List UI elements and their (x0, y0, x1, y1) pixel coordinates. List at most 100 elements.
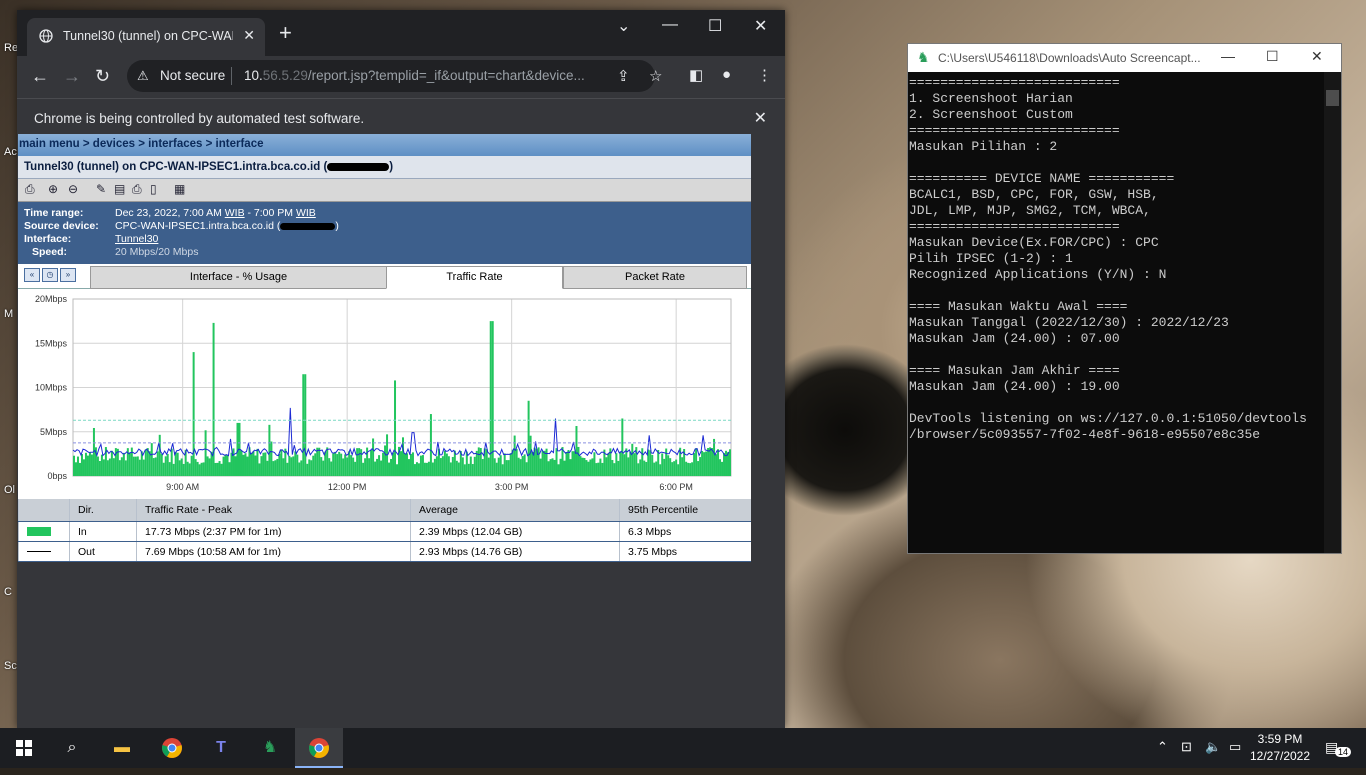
in-bar (370, 450, 373, 476)
in-bar (270, 441, 273, 476)
tab-interface-usage[interactable]: Interface - % Usage (90, 266, 387, 289)
in-bar (156, 451, 159, 476)
network-icon[interactable]: ⊡ (1181, 739, 1192, 755)
in-bar (705, 451, 708, 476)
maximize-button[interactable]: ☐ (1266, 48, 1279, 65)
in-bar (505, 460, 508, 476)
out-swatch (27, 551, 51, 553)
in-bar (364, 458, 367, 476)
minimize-button[interactable]: — (1221, 48, 1235, 64)
desktop-icon-label[interactable]: Ac (4, 146, 17, 158)
not-secure-label[interactable]: Not secure (160, 68, 225, 83)
browser-tab[interactable]: Tunnel30 (tunnel) on CPC-WAN-I ✕ (27, 18, 265, 56)
zoom-in-icon[interactable]: ⊕ (48, 182, 58, 196)
in-bar (493, 458, 496, 476)
in-bar (573, 451, 576, 476)
y-tick-label: 15Mbps (35, 338, 68, 348)
timezone-link[interactable]: WIB (296, 207, 316, 219)
desktop-icon-label[interactable]: Re (4, 42, 18, 54)
share-icon[interactable]: ⇪ (617, 67, 630, 85)
close-tab-icon[interactable]: ✕ (243, 27, 255, 44)
in-bar (645, 461, 648, 476)
edit-icon[interactable]: ✎ (96, 182, 106, 196)
time-range-start: Dec 23, 2022, 7:00 AM (115, 207, 225, 219)
address-bar[interactable]: ⚠ Not secure 10.56.5.29/report.jsp?templ… (127, 60, 662, 92)
taskbar-clock[interactable]: 3:59 PM 12/27/2022 (1240, 731, 1320, 765)
report-icon[interactable]: ▤ (114, 182, 125, 196)
in-bar (579, 456, 582, 476)
bookmark-star-icon[interactable]: ☆ (649, 67, 662, 85)
in-bar (501, 464, 504, 476)
pdf-icon[interactable]: ▯ (150, 182, 157, 196)
in-bar (641, 448, 644, 476)
desktop-icon-label[interactable]: M (4, 308, 13, 320)
timezone-link[interactable]: WIB (225, 207, 245, 219)
desktop-icon-label[interactable]: C (4, 586, 12, 598)
in-bar (340, 453, 343, 476)
in-bar (142, 459, 145, 476)
volume-icon[interactable]: 🔈 (1205, 739, 1221, 755)
tab-search-icon[interactable]: ⌄ (617, 16, 630, 36)
zoom-out-icon[interactable]: ⊖ (68, 182, 78, 196)
warning-icon[interactable]: ⚠ (137, 68, 149, 84)
forward-icon[interactable]: → (63, 66, 81, 86)
side-panel-icon[interactable]: ◧ (689, 66, 703, 84)
speed-label: Speed: (32, 246, 68, 258)
maximize-button[interactable]: ☐ (708, 16, 722, 36)
breadcrumb[interactable]: main menu > devices > interfaces > inter… (18, 134, 751, 156)
in-bar (643, 460, 646, 476)
reload-icon[interactable]: ↻ (95, 66, 110, 86)
in-bar (290, 457, 293, 476)
menu-kebab-icon[interactable]: ⋮ (757, 66, 772, 84)
url-text[interactable]: 10.56.5.29/report.jsp?templid=_if&output… (244, 68, 604, 83)
clock-icon[interactable]: ◷ (42, 268, 58, 282)
in-bar (384, 445, 387, 476)
in-bar (116, 448, 119, 476)
in-bar (567, 450, 570, 476)
new-tab-button[interactable]: + (279, 22, 292, 44)
close-button[interactable]: ✕ (1311, 48, 1323, 65)
chevron-up-icon[interactable]: ⌃ (1157, 739, 1168, 755)
python-app-icon[interactable]: ♞ (246, 728, 294, 768)
in-bar (202, 462, 205, 476)
close-window-button[interactable]: ✕ (754, 16, 767, 36)
start-button[interactable] (0, 728, 48, 768)
rewind-icon[interactable]: « (24, 268, 40, 282)
in-bar (667, 455, 670, 476)
in-bar (627, 457, 630, 476)
tab-traffic-rate[interactable]: Traffic Rate (386, 266, 563, 289)
fast-forward-icon[interactable]: » (60, 268, 76, 282)
in-bar (354, 461, 357, 476)
teams-icon[interactable]: T (197, 728, 245, 768)
in-bar (711, 448, 714, 476)
tab-packet-rate[interactable]: Packet Rate (563, 266, 747, 289)
in-bar (433, 458, 436, 476)
print-icon[interactable]: ⎙ (25, 182, 35, 197)
in-bar (162, 462, 165, 476)
file-explorer-icon[interactable]: ▬ (98, 728, 146, 768)
close-infobar-icon[interactable]: ✕ (754, 108, 767, 128)
in-bar (88, 452, 91, 476)
clock-time: 3:59 PM (1257, 732, 1303, 746)
minimize-button[interactable]: — (662, 16, 678, 34)
chrome-active-icon[interactable] (295, 728, 343, 768)
back-icon[interactable]: ← (31, 66, 49, 86)
table-icon[interactable]: ▦ (174, 182, 185, 196)
in-bar (112, 458, 115, 476)
chrome-icon[interactable] (148, 728, 196, 768)
console-output[interactable]: =========================== 1. Screensho… (909, 75, 1307, 443)
scrollbar-thumb[interactable] (1326, 90, 1339, 106)
desktop-icon-label[interactable]: Ol (4, 484, 15, 496)
interface-link[interactable]: Tunnel30 (115, 233, 158, 245)
chrome-window: Tunnel30 (tunnel) on CPC-WAN-I ✕ + ⌄ — ☐… (17, 10, 785, 728)
in-bar (405, 453, 408, 476)
printer-icon[interactable]: ⎙ (132, 182, 142, 197)
time-range-end: - 7:00 PM (244, 207, 296, 219)
search-icon[interactable]: ⌕ (48, 728, 96, 768)
in-bar (517, 457, 520, 476)
profile-icon[interactable]: ● (722, 66, 731, 83)
in-bar (102, 459, 105, 476)
in-bar (120, 457, 123, 476)
in-bar (595, 463, 598, 476)
console-scrollbar[interactable] (1324, 72, 1341, 553)
